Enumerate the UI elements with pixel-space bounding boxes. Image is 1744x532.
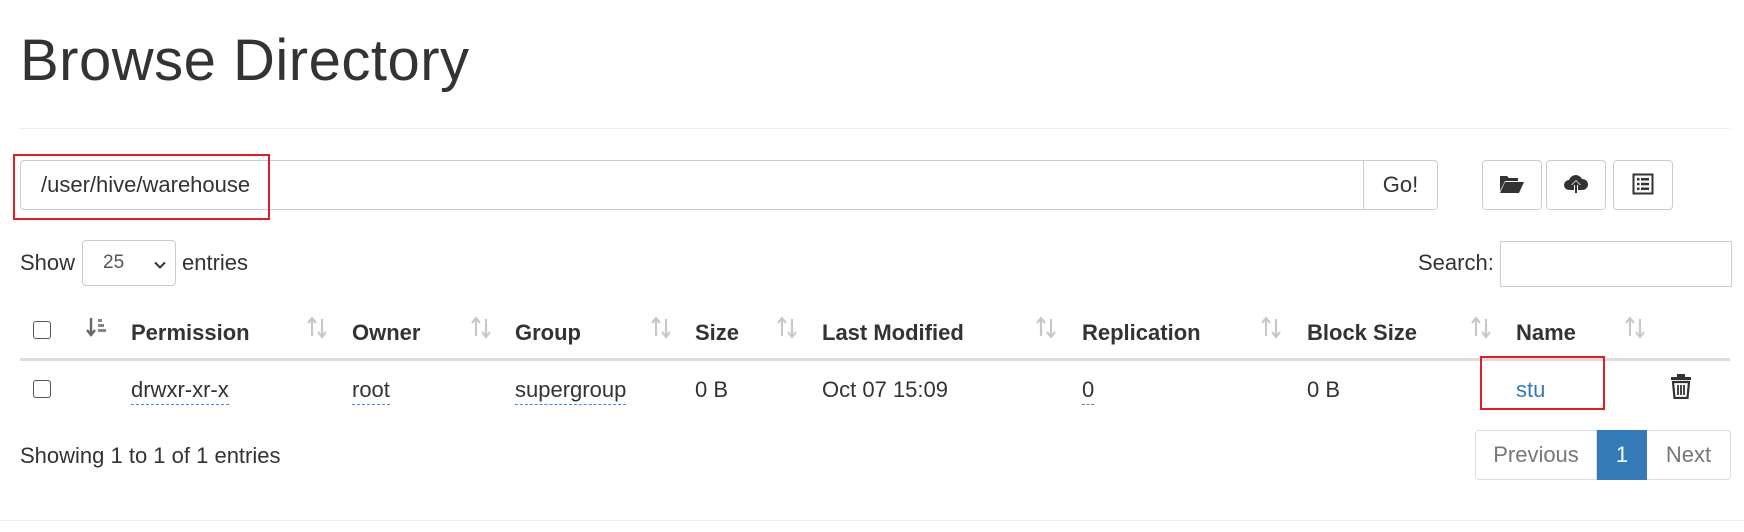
page-title: Browse Directory [20, 28, 470, 93]
row-checkbox[interactable] [33, 380, 51, 398]
title-divider [20, 128, 1730, 129]
block-size-cell: 0 B [1307, 377, 1341, 402]
size-cell: 0 B [695, 377, 729, 402]
cut-paste-button[interactable] [1613, 160, 1673, 210]
chevron-down-icon [153, 256, 167, 278]
sort-both-icon[interactable] [1470, 316, 1492, 345]
upload-file-button[interactable] [1546, 160, 1606, 210]
previous-page-button[interactable]: Previous [1475, 430, 1597, 480]
table-info: Showing 1 to 1 of 1 entries [20, 443, 281, 468]
path-input[interactable] [20, 160, 1364, 210]
last-modified-cell: Oct 07 15:09 [822, 377, 948, 402]
path-bar: Go! [20, 160, 1438, 210]
cloud-upload-icon [1563, 173, 1589, 198]
column-header-owner[interactable]: Owner [352, 320, 420, 346]
column-header-last-modified[interactable]: Last Modified [822, 320, 964, 346]
owner-cell[interactable]: root [352, 377, 390, 405]
list-alt-icon [1632, 173, 1654, 198]
folder-open-icon [1499, 173, 1525, 198]
group-cell[interactable]: supergroup [515, 377, 627, 405]
sort-both-icon[interactable] [776, 316, 798, 345]
search-input[interactable] [1500, 241, 1732, 287]
sort-both-icon[interactable] [306, 316, 328, 345]
replication-cell[interactable]: 0 [1082, 377, 1095, 405]
sort-both-icon[interactable] [1624, 316, 1646, 345]
column-header-name[interactable]: Name [1516, 320, 1576, 346]
sort-both-icon[interactable] [1260, 316, 1282, 345]
go-button[interactable]: Go! [1364, 160, 1438, 210]
column-header-block-size[interactable]: Block Size [1307, 320, 1417, 346]
page-1-button[interactable]: 1 [1597, 430, 1647, 480]
entries-per-page-select[interactable]: 25 [82, 240, 176, 286]
column-header-permission[interactable]: Permission [131, 320, 250, 346]
sort-both-icon[interactable] [1035, 316, 1057, 345]
entries-per-page-value: 25 [103, 252, 125, 273]
sort-desc-icon[interactable] [86, 316, 108, 345]
column-header-replication[interactable]: Replication [1082, 320, 1201, 346]
pagination: Previous 1 Next [1475, 430, 1731, 480]
sort-both-icon[interactable] [470, 316, 492, 345]
trash-icon[interactable] [1670, 373, 1692, 404]
permission-cell[interactable]: drwxr-xr-x [131, 377, 229, 405]
select-all-checkbox[interactable] [33, 321, 51, 339]
footer-divider [0, 520, 1744, 521]
column-header-size[interactable]: Size [695, 320, 739, 346]
sort-both-icon[interactable] [650, 316, 672, 345]
table-header-divider [20, 358, 1730, 361]
entries-label: entries [182, 250, 249, 275]
create-directory-button[interactable] [1482, 160, 1542, 210]
next-page-button[interactable]: Next [1647, 430, 1731, 480]
name-link[interactable]: stu [1516, 377, 1545, 403]
column-header-group[interactable]: Group [515, 320, 581, 346]
search-label: Search: [1418, 250, 1494, 275]
show-label: Show [20, 250, 76, 275]
